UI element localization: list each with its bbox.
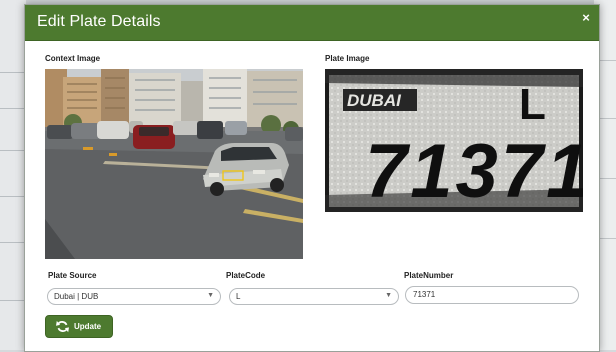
update-button-label: Update	[74, 322, 102, 331]
background-divider	[0, 72, 26, 73]
context-image	[45, 69, 303, 259]
plate-image-label: Plate Image	[325, 54, 370, 63]
dialog-title: Edit Plate Details	[37, 13, 161, 30]
background-divider	[0, 196, 26, 197]
chevron-down-icon: ▼	[207, 292, 214, 299]
plate-image-graphic: DUBAI L 71371	[325, 69, 583, 212]
plate-city-text: DUBAI	[347, 91, 402, 110]
plate-code-glyph: L	[519, 80, 546, 129]
background-panel-left	[0, 0, 26, 350]
plate-source-label: Plate Source	[48, 271, 97, 280]
background-divider	[0, 150, 26, 151]
plate-code-label: PlateCode	[226, 271, 266, 280]
background-divider	[0, 242, 26, 243]
context-scene-graphic	[45, 69, 303, 259]
background-divider	[0, 108, 26, 109]
context-image-label: Context Image	[45, 54, 101, 63]
plate-number-label: PlateNumber	[404, 271, 454, 280]
plate-code-value: L	[236, 292, 241, 301]
plate-image: DUBAI L 71371	[325, 69, 583, 212]
chevron-down-icon: ▼	[385, 292, 392, 299]
background-divider	[0, 300, 26, 301]
update-button[interactable]: Update	[45, 315, 113, 338]
plate-source-select[interactable]: Dubai | DUB ▼	[47, 288, 221, 305]
plate-code-select[interactable]: L ▼	[229, 288, 399, 305]
close-icon[interactable]: ×	[579, 11, 593, 25]
plate-source-value: Dubai | DUB	[54, 292, 99, 301]
edit-plate-dialog: Edit Plate Details × Context Image Plate…	[24, 4, 600, 352]
plate-number-input[interactable]: 71371	[405, 286, 579, 304]
dialog-header: Edit Plate Details ×	[25, 5, 599, 41]
plate-number-glyphs: 71371	[365, 129, 583, 212]
refresh-icon	[56, 320, 69, 333]
